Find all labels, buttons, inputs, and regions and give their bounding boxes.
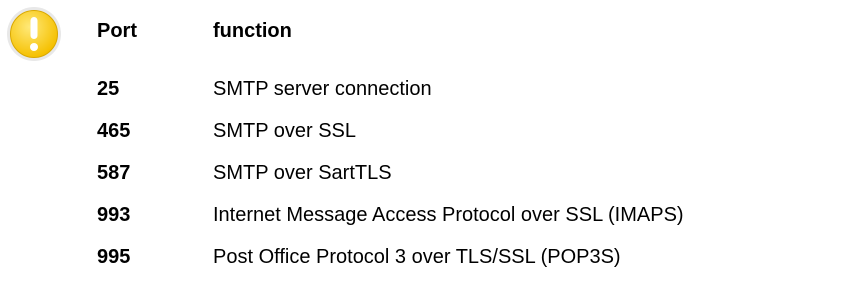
table-row: 25 SMTP server connection	[97, 68, 684, 110]
port-table: Port function 25 SMTP server connection …	[97, 8, 684, 278]
port-function: SMTP over SartTLS	[213, 161, 392, 184]
table-row: 465 SMTP over SSL	[97, 110, 684, 152]
header-port: Port	[97, 19, 137, 42]
port-number: 995	[97, 245, 131, 268]
table-row: 993 Internet Message Access Protocol ove…	[97, 194, 684, 236]
table-row: 995 Post Office Protocol 3 over TLS/SSL …	[97, 236, 684, 278]
table-row: 587 SMTP over SartTLS	[97, 152, 684, 194]
port-function: SMTP over SSL	[213, 119, 357, 142]
warning-icon	[7, 7, 61, 61]
port-number: 993	[97, 203, 131, 226]
port-function: Internet Message Access Protocol over SS…	[213, 203, 684, 226]
port-number: 587	[97, 161, 131, 184]
port-number: 25	[97, 77, 120, 100]
port-function: SMTP server connection	[213, 77, 432, 100]
port-number: 465	[97, 119, 131, 142]
header-function: function	[213, 19, 292, 42]
port-function: Post Office Protocol 3 over TLS/SSL (POP…	[213, 245, 621, 268]
table-header-row: Port function	[97, 8, 684, 68]
